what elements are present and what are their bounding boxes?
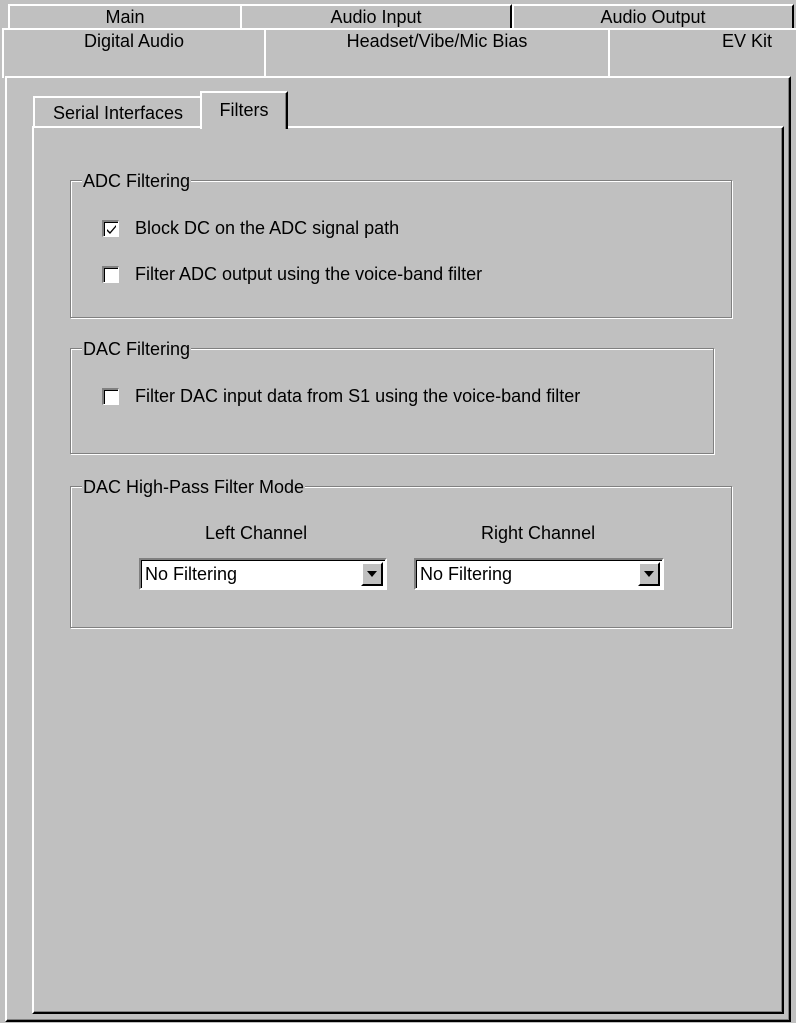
left-channel-select[interactable]: No Filtering [139, 558, 387, 590]
tab-headset-vibe-mic-bias-label: Headset/Vibe/Mic Bias [346, 31, 528, 51]
right-channel-label: Right Channel [481, 523, 596, 543]
left-channel-dropdown-button[interactable] [361, 562, 383, 586]
right-channel-select[interactable]: No Filtering [414, 558, 664, 590]
tab-main-label: Main [105, 7, 145, 27]
active-tab-gap [202, 126, 284, 129]
dac-voice-band-label[interactable]: Filter DAC input data from S1 using the … [135, 386, 580, 406]
tab-serial-interfaces[interactable]: Serial Interfaces [33, 96, 203, 128]
chevron-down-icon [644, 571, 654, 577]
adc-voice-band-checkbox[interactable] [102, 266, 119, 283]
chevron-down-icon [367, 571, 377, 577]
left-channel-label: Left Channel [205, 523, 308, 543]
block-dc-checkbox[interactable] [102, 220, 119, 237]
dac-filtering-title: DAC Filtering [82, 339, 192, 359]
adc-filtering-group [70, 180, 732, 318]
block-dc-label[interactable]: Block DC on the ADC signal path [135, 218, 399, 238]
tab-serial-interfaces-label: Serial Interfaces [52, 103, 184, 123]
adc-voice-band-label[interactable]: Filter ADC output using the voice-band f… [135, 264, 482, 284]
right-channel-value: No Filtering [420, 564, 513, 584]
tab-filters-label: Filters [219, 100, 269, 120]
tab-digital-audio-label: Digital Audio [83, 31, 185, 51]
tab-headset-vibe-mic-bias[interactable]: Headset/Vibe/Mic Bias [264, 28, 610, 78]
tab-audio-input-label: Audio Input [330, 7, 422, 27]
tab-digital-audio[interactable]: Digital Audio [2, 28, 266, 78]
tab-audio-output-label: Audio Output [600, 7, 706, 27]
left-channel-value: No Filtering [145, 564, 238, 584]
right-channel-dropdown-button[interactable] [638, 562, 660, 586]
tab-ev-kit-label: EV Kit [721, 31, 773, 51]
dac-hpf-mode-title: DAC High-Pass Filter Mode [82, 477, 306, 497]
tab-ev-kit[interactable]: EV Kit [608, 28, 796, 78]
dac-hpf-mode-group [70, 486, 732, 628]
dac-voice-band-checkbox[interactable] [102, 388, 119, 405]
check-icon [107, 225, 116, 234]
adc-filtering-title: ADC Filtering [82, 171, 192, 191]
tab-filters[interactable]: Filters [200, 91, 288, 129]
